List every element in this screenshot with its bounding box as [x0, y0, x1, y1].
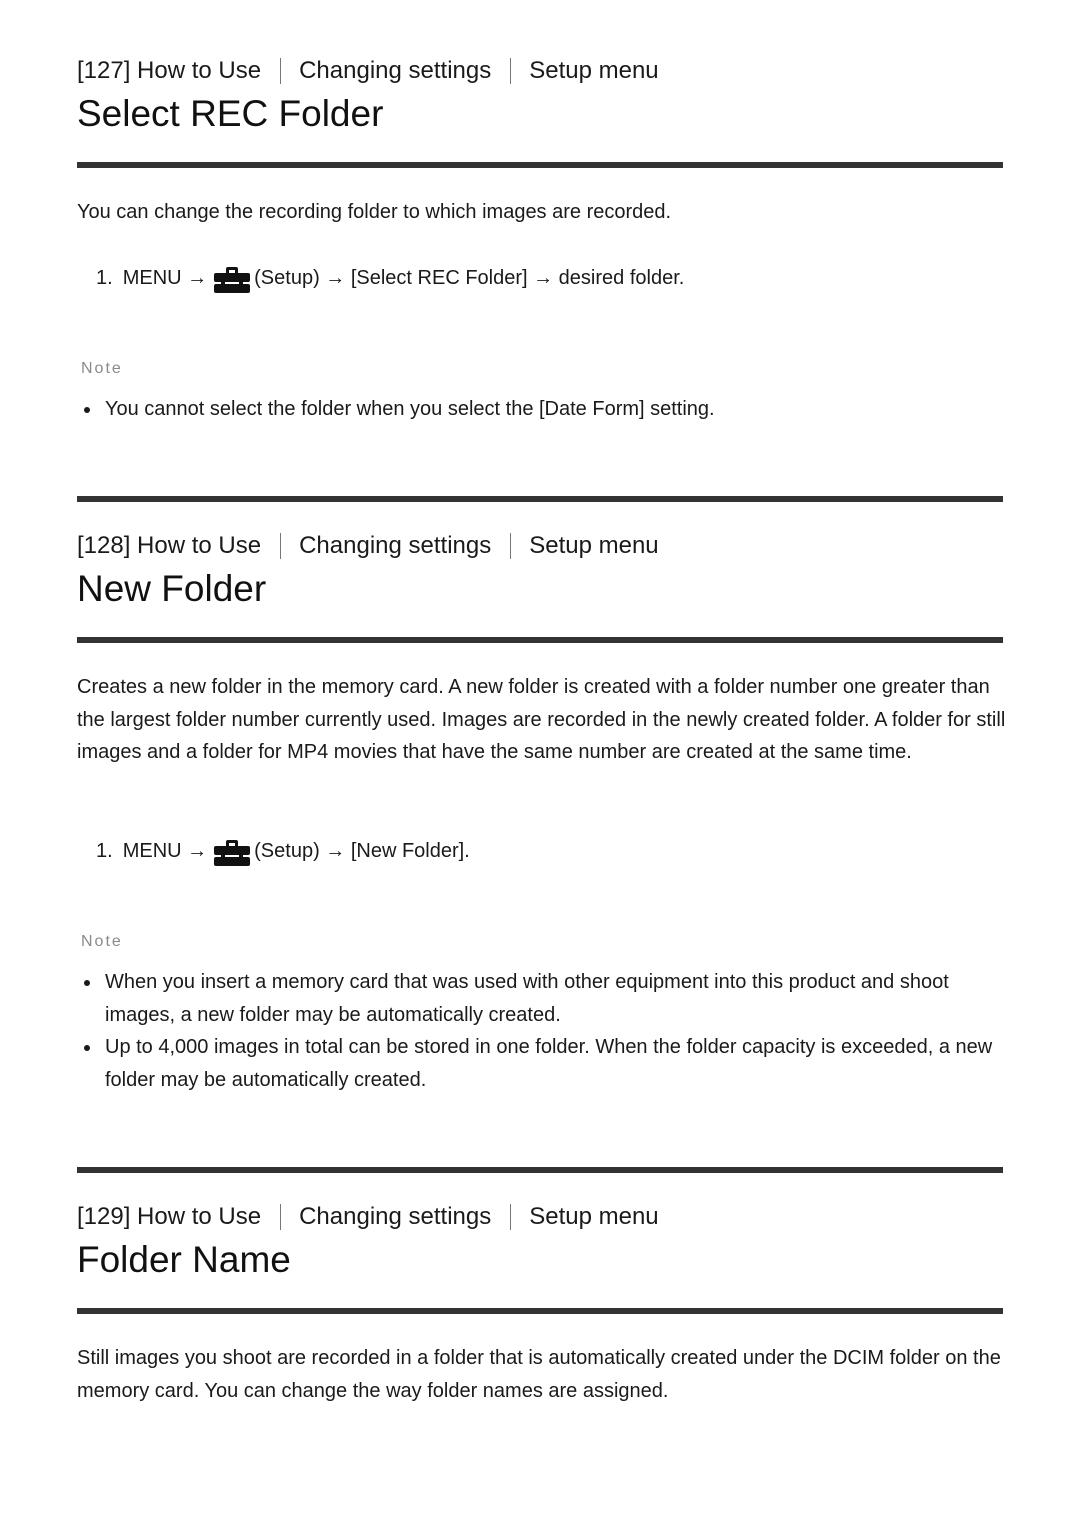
note-list: When you insert a memory card that was u… [77, 966, 1007, 1097]
note-list: You cannot select the folder when you se… [77, 393, 1007, 426]
breadcrumb-item[interactable]: Setup menu [529, 57, 658, 85]
note-label: Note [81, 933, 123, 950]
procedure-step: 1. MENU → (Setup) → [Select REC Folder] … [96, 264, 685, 294]
section-divider [77, 496, 1003, 502]
breadcrumb-separator [510, 58, 512, 84]
step-number: 1. [96, 840, 113, 862]
intro-paragraph: Creates a new folder in the memory card.… [77, 676, 1006, 764]
breadcrumb-item[interactable]: Setup menu [529, 532, 658, 560]
note-item: Up to 4,000 images in total can be store… [77, 1031, 1007, 1096]
intro-paragraph: Still images you shoot are recorded in a… [77, 1347, 1001, 1402]
breadcrumb-separator [510, 533, 512, 559]
page-title: Select REC Folder [77, 93, 384, 134]
note-item: You cannot select the folder when you se… [77, 393, 1007, 426]
section-divider [77, 1308, 1003, 1314]
breadcrumb: [129] How to Use Changing settings Setup… [77, 1203, 659, 1231]
breadcrumb: [128] How to Use Changing settings Setup… [77, 532, 659, 560]
breadcrumb-item[interactable]: Setup menu [529, 1203, 658, 1231]
breadcrumb-item[interactable]: Changing settings [299, 532, 491, 560]
step-number: 1. [96, 267, 113, 289]
breadcrumb-separator [280, 58, 282, 84]
breadcrumb-item[interactable]: Changing settings [299, 1203, 491, 1231]
note-item: When you insert a memory card that was u… [77, 966, 1007, 1031]
breadcrumb-item[interactable]: Changing settings [299, 57, 491, 85]
breadcrumb-item[interactable]: [128] How to Use [77, 532, 261, 560]
section-divider [77, 1167, 1003, 1173]
breadcrumb-item[interactable]: [129] How to Use [77, 1203, 261, 1231]
step-suffix: (Setup) → [New Folder]. [254, 840, 470, 862]
step-prefix: MENU → [122, 840, 208, 862]
breadcrumb-separator [280, 1204, 282, 1230]
procedure-step: 1. MENU → (Setup) → [New Folder]. [96, 837, 470, 867]
toolbox-icon [213, 266, 251, 294]
toolbox-icon [213, 839, 251, 867]
breadcrumb-item[interactable]: [127] How to Use [77, 57, 261, 85]
step-suffix: (Setup) → [Select REC Folder] → desired … [254, 267, 685, 289]
breadcrumb-separator [280, 533, 282, 559]
intro-paragraph: You can change the recording folder to w… [77, 201, 672, 223]
section-divider [77, 162, 1003, 168]
page-title: Folder Name [77, 1239, 291, 1280]
section-divider [77, 637, 1003, 643]
breadcrumb: [127] How to Use Changing settings Setup… [77, 57, 659, 85]
breadcrumb-separator [510, 1204, 512, 1230]
step-prefix: MENU → [122, 267, 208, 289]
page-title: New Folder [77, 568, 267, 609]
note-label: Note [81, 360, 123, 377]
